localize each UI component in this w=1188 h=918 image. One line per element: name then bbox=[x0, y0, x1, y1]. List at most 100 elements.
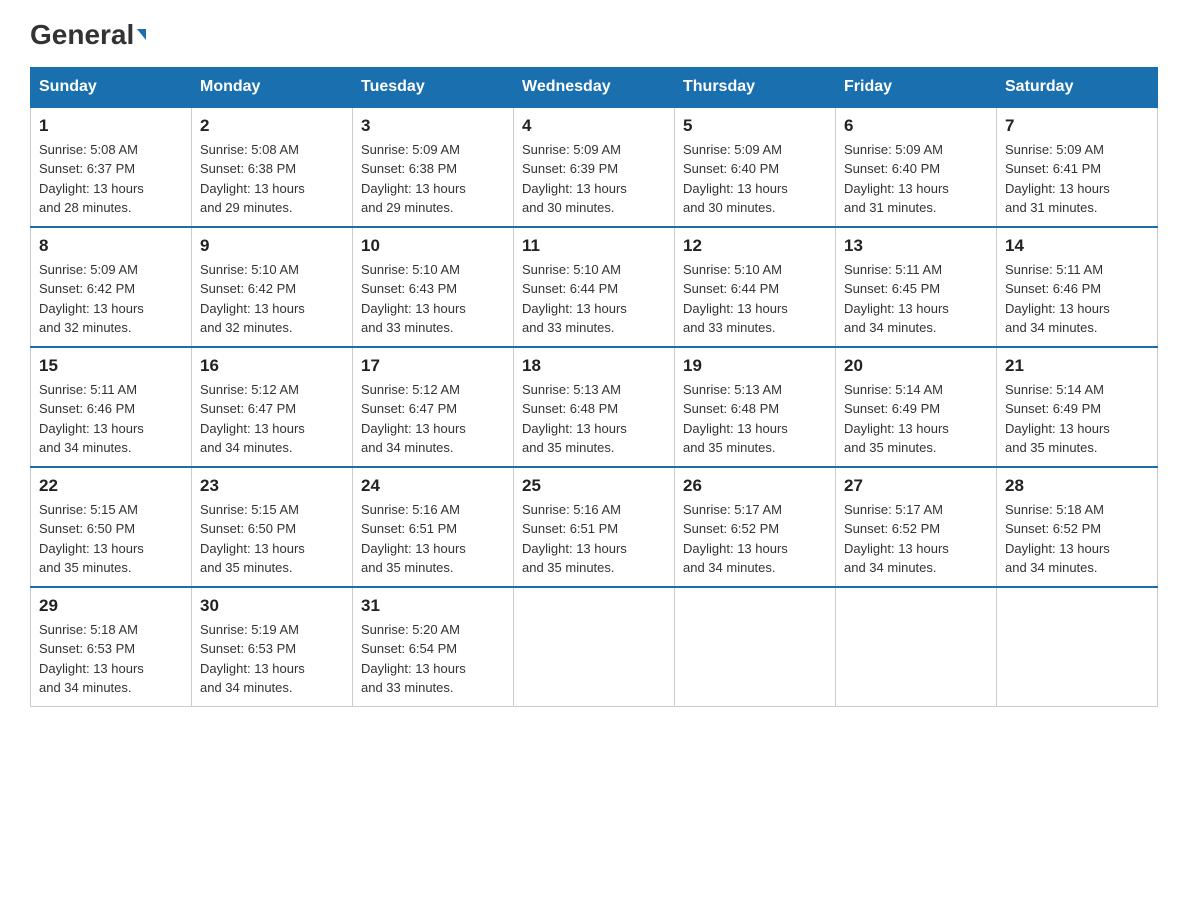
day-info: Sunrise: 5:12 AMSunset: 6:47 PMDaylight:… bbox=[200, 380, 344, 458]
weekday-header-tuesday: Tuesday bbox=[353, 67, 514, 107]
calendar-cell: 12 Sunrise: 5:10 AMSunset: 6:44 PMDaylig… bbox=[675, 227, 836, 347]
day-number: 18 bbox=[522, 356, 666, 376]
logo-general: General bbox=[30, 20, 146, 51]
calendar-cell: 2 Sunrise: 5:08 AMSunset: 6:38 PMDayligh… bbox=[192, 107, 353, 227]
calendar-cell: 30 Sunrise: 5:19 AMSunset: 6:53 PMDaylig… bbox=[192, 587, 353, 707]
calendar-cell: 19 Sunrise: 5:13 AMSunset: 6:48 PMDaylig… bbox=[675, 347, 836, 467]
calendar-cell: 20 Sunrise: 5:14 AMSunset: 6:49 PMDaylig… bbox=[836, 347, 997, 467]
calendar-cell: 6 Sunrise: 5:09 AMSunset: 6:40 PMDayligh… bbox=[836, 107, 997, 227]
calendar-cell: 22 Sunrise: 5:15 AMSunset: 6:50 PMDaylig… bbox=[31, 467, 192, 587]
day-number: 13 bbox=[844, 236, 988, 256]
calendar-cell: 9 Sunrise: 5:10 AMSunset: 6:42 PMDayligh… bbox=[192, 227, 353, 347]
calendar-week-row: 15 Sunrise: 5:11 AMSunset: 6:46 PMDaylig… bbox=[31, 347, 1158, 467]
day-number: 31 bbox=[361, 596, 505, 616]
day-number: 4 bbox=[522, 116, 666, 136]
calendar-cell: 31 Sunrise: 5:20 AMSunset: 6:54 PMDaylig… bbox=[353, 587, 514, 707]
day-info: Sunrise: 5:08 AMSunset: 6:37 PMDaylight:… bbox=[39, 140, 183, 218]
day-info: Sunrise: 5:09 AMSunset: 6:41 PMDaylight:… bbox=[1005, 140, 1149, 218]
calendar-cell: 29 Sunrise: 5:18 AMSunset: 6:53 PMDaylig… bbox=[31, 587, 192, 707]
calendar-week-row: 8 Sunrise: 5:09 AMSunset: 6:42 PMDayligh… bbox=[31, 227, 1158, 347]
day-number: 2 bbox=[200, 116, 344, 136]
weekday-header-saturday: Saturday bbox=[997, 67, 1158, 107]
day-number: 7 bbox=[1005, 116, 1149, 136]
day-info: Sunrise: 5:09 AMSunset: 6:40 PMDaylight:… bbox=[844, 140, 988, 218]
page-container: General SundayMondayTuesdayWednesdayThur… bbox=[30, 20, 1158, 707]
day-number: 9 bbox=[200, 236, 344, 256]
day-info: Sunrise: 5:08 AMSunset: 6:38 PMDaylight:… bbox=[200, 140, 344, 218]
day-number: 25 bbox=[522, 476, 666, 496]
day-info: Sunrise: 5:14 AMSunset: 6:49 PMDaylight:… bbox=[1005, 380, 1149, 458]
calendar-cell: 18 Sunrise: 5:13 AMSunset: 6:48 PMDaylig… bbox=[514, 347, 675, 467]
calendar-cell: 23 Sunrise: 5:15 AMSunset: 6:50 PMDaylig… bbox=[192, 467, 353, 587]
day-number: 27 bbox=[844, 476, 988, 496]
day-number: 24 bbox=[361, 476, 505, 496]
calendar-week-row: 29 Sunrise: 5:18 AMSunset: 6:53 PMDaylig… bbox=[31, 587, 1158, 707]
calendar-cell: 15 Sunrise: 5:11 AMSunset: 6:46 PMDaylig… bbox=[31, 347, 192, 467]
day-number: 28 bbox=[1005, 476, 1149, 496]
day-info: Sunrise: 5:19 AMSunset: 6:53 PMDaylight:… bbox=[200, 620, 344, 698]
day-number: 20 bbox=[844, 356, 988, 376]
day-info: Sunrise: 5:11 AMSunset: 6:46 PMDaylight:… bbox=[1005, 260, 1149, 338]
day-number: 26 bbox=[683, 476, 827, 496]
day-info: Sunrise: 5:20 AMSunset: 6:54 PMDaylight:… bbox=[361, 620, 505, 698]
day-number: 17 bbox=[361, 356, 505, 376]
calendar-cell: 16 Sunrise: 5:12 AMSunset: 6:47 PMDaylig… bbox=[192, 347, 353, 467]
day-number: 14 bbox=[1005, 236, 1149, 256]
calendar-cell bbox=[514, 587, 675, 707]
day-number: 11 bbox=[522, 236, 666, 256]
calendar-cell: 5 Sunrise: 5:09 AMSunset: 6:40 PMDayligh… bbox=[675, 107, 836, 227]
day-info: Sunrise: 5:13 AMSunset: 6:48 PMDaylight:… bbox=[522, 380, 666, 458]
day-number: 3 bbox=[361, 116, 505, 136]
day-number: 22 bbox=[39, 476, 183, 496]
day-number: 19 bbox=[683, 356, 827, 376]
weekday-header-row: SundayMondayTuesdayWednesdayThursdayFrid… bbox=[31, 67, 1158, 107]
calendar-cell: 7 Sunrise: 5:09 AMSunset: 6:41 PMDayligh… bbox=[997, 107, 1158, 227]
calendar-cell bbox=[675, 587, 836, 707]
day-info: Sunrise: 5:09 AMSunset: 6:42 PMDaylight:… bbox=[39, 260, 183, 338]
calendar-week-row: 22 Sunrise: 5:15 AMSunset: 6:50 PMDaylig… bbox=[31, 467, 1158, 587]
day-info: Sunrise: 5:10 AMSunset: 6:44 PMDaylight:… bbox=[522, 260, 666, 338]
calendar-table: SundayMondayTuesdayWednesdayThursdayFrid… bbox=[30, 67, 1158, 707]
weekday-header-sunday: Sunday bbox=[31, 67, 192, 107]
day-info: Sunrise: 5:11 AMSunset: 6:45 PMDaylight:… bbox=[844, 260, 988, 338]
calendar-cell: 28 Sunrise: 5:18 AMSunset: 6:52 PMDaylig… bbox=[997, 467, 1158, 587]
day-info: Sunrise: 5:14 AMSunset: 6:49 PMDaylight:… bbox=[844, 380, 988, 458]
weekday-header-monday: Monday bbox=[192, 67, 353, 107]
calendar-cell bbox=[836, 587, 997, 707]
calendar-cell: 13 Sunrise: 5:11 AMSunset: 6:45 PMDaylig… bbox=[836, 227, 997, 347]
day-info: Sunrise: 5:09 AMSunset: 6:39 PMDaylight:… bbox=[522, 140, 666, 218]
calendar-cell: 24 Sunrise: 5:16 AMSunset: 6:51 PMDaylig… bbox=[353, 467, 514, 587]
day-info: Sunrise: 5:11 AMSunset: 6:46 PMDaylight:… bbox=[39, 380, 183, 458]
day-number: 30 bbox=[200, 596, 344, 616]
day-info: Sunrise: 5:09 AMSunset: 6:40 PMDaylight:… bbox=[683, 140, 827, 218]
day-number: 23 bbox=[200, 476, 344, 496]
calendar-cell: 11 Sunrise: 5:10 AMSunset: 6:44 PMDaylig… bbox=[514, 227, 675, 347]
day-number: 5 bbox=[683, 116, 827, 136]
calendar-cell: 14 Sunrise: 5:11 AMSunset: 6:46 PMDaylig… bbox=[997, 227, 1158, 347]
logo-area: General bbox=[30, 20, 146, 49]
day-info: Sunrise: 5:16 AMSunset: 6:51 PMDaylight:… bbox=[361, 500, 505, 578]
day-info: Sunrise: 5:10 AMSunset: 6:44 PMDaylight:… bbox=[683, 260, 827, 338]
day-number: 8 bbox=[39, 236, 183, 256]
day-info: Sunrise: 5:17 AMSunset: 6:52 PMDaylight:… bbox=[683, 500, 827, 578]
calendar-cell: 8 Sunrise: 5:09 AMSunset: 6:42 PMDayligh… bbox=[31, 227, 192, 347]
day-info: Sunrise: 5:13 AMSunset: 6:48 PMDaylight:… bbox=[683, 380, 827, 458]
day-info: Sunrise: 5:17 AMSunset: 6:52 PMDaylight:… bbox=[844, 500, 988, 578]
calendar-cell: 25 Sunrise: 5:16 AMSunset: 6:51 PMDaylig… bbox=[514, 467, 675, 587]
day-info: Sunrise: 5:12 AMSunset: 6:47 PMDaylight:… bbox=[361, 380, 505, 458]
day-info: Sunrise: 5:15 AMSunset: 6:50 PMDaylight:… bbox=[200, 500, 344, 578]
calendar-cell: 3 Sunrise: 5:09 AMSunset: 6:38 PMDayligh… bbox=[353, 107, 514, 227]
day-number: 21 bbox=[1005, 356, 1149, 376]
day-info: Sunrise: 5:15 AMSunset: 6:50 PMDaylight:… bbox=[39, 500, 183, 578]
day-number: 12 bbox=[683, 236, 827, 256]
day-info: Sunrise: 5:10 AMSunset: 6:43 PMDaylight:… bbox=[361, 260, 505, 338]
day-info: Sunrise: 5:16 AMSunset: 6:51 PMDaylight:… bbox=[522, 500, 666, 578]
calendar-cell: 4 Sunrise: 5:09 AMSunset: 6:39 PMDayligh… bbox=[514, 107, 675, 227]
day-number: 6 bbox=[844, 116, 988, 136]
calendar-cell: 26 Sunrise: 5:17 AMSunset: 6:52 PMDaylig… bbox=[675, 467, 836, 587]
day-info: Sunrise: 5:18 AMSunset: 6:53 PMDaylight:… bbox=[39, 620, 183, 698]
logo-triangle-icon bbox=[137, 29, 146, 40]
calendar-cell: 27 Sunrise: 5:17 AMSunset: 6:52 PMDaylig… bbox=[836, 467, 997, 587]
weekday-header-friday: Friday bbox=[836, 67, 997, 107]
day-number: 10 bbox=[361, 236, 505, 256]
